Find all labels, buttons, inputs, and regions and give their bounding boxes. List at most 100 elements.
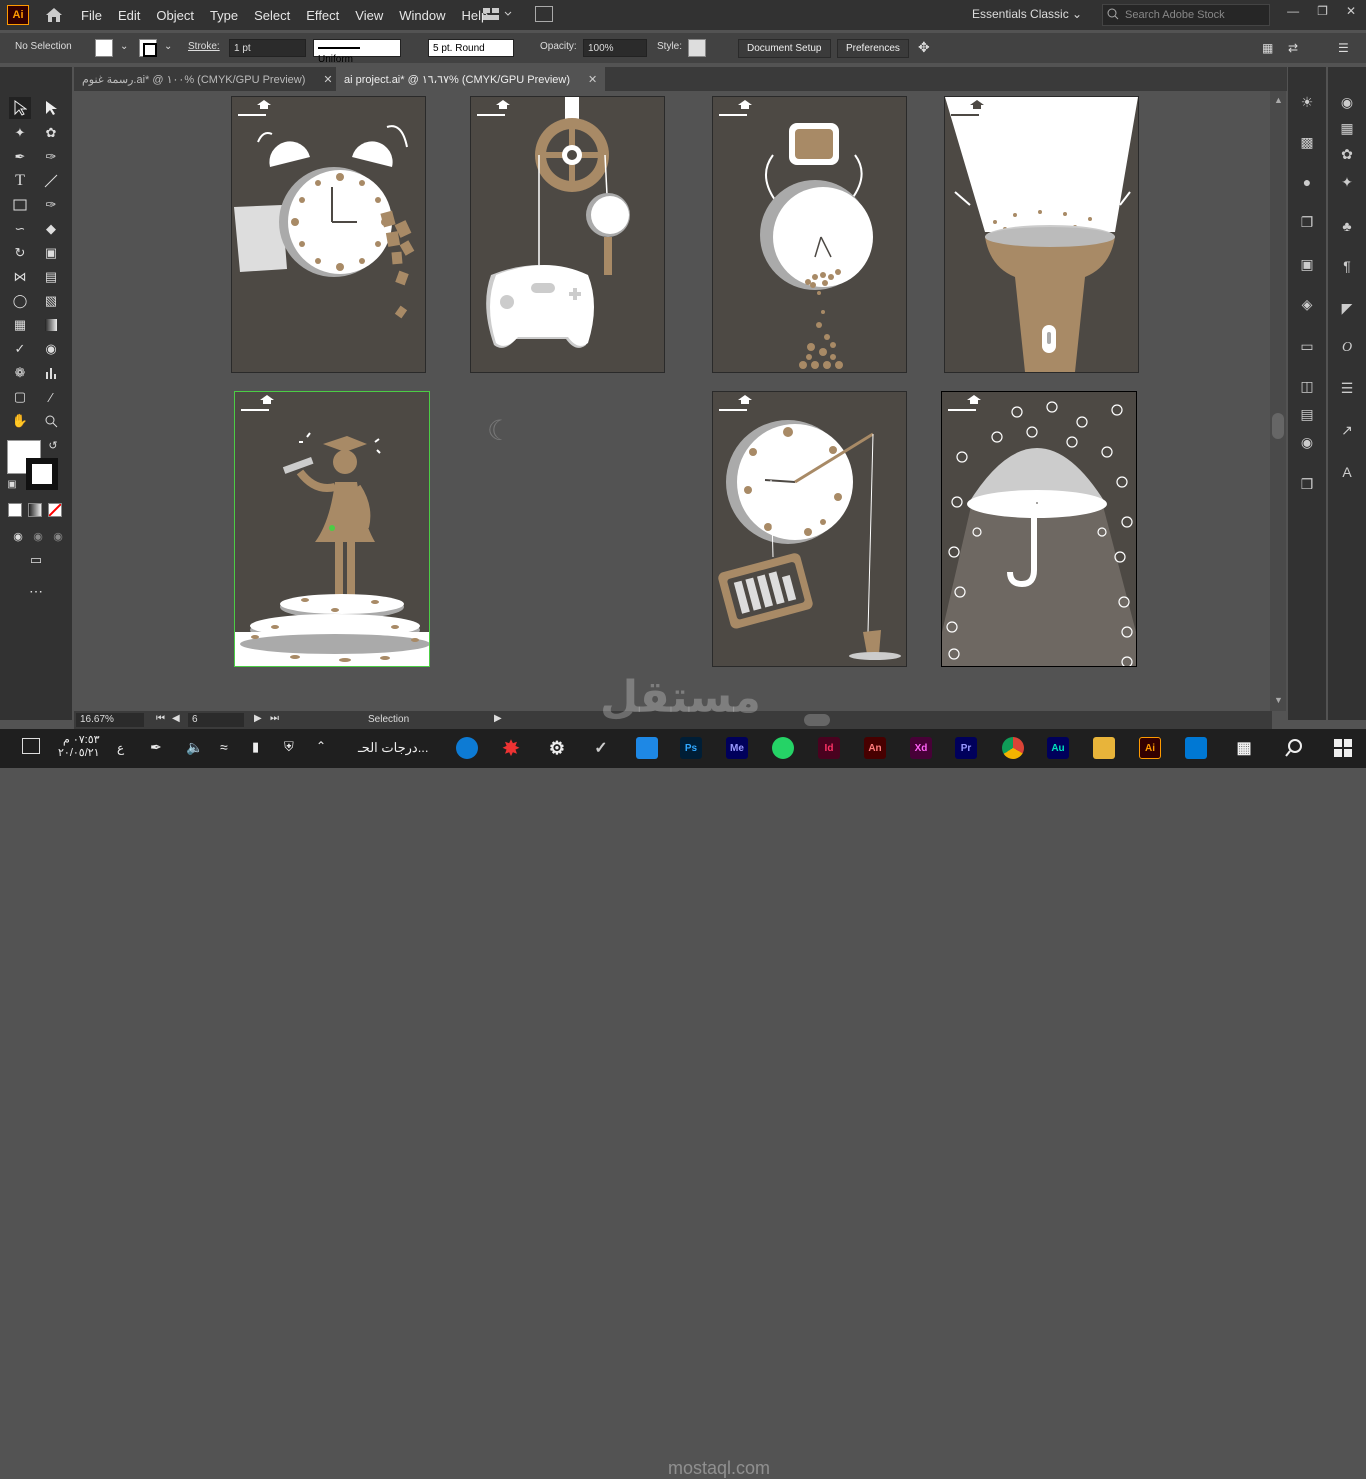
stroke-label[interactable]: Stroke:	[188, 41, 220, 52]
illustrator-taskbar-icon[interactable]: Ai	[1139, 737, 1161, 759]
volume-icon[interactable]: 🔈	[186, 739, 203, 756]
tray-overflow-icon[interactable]: ⌃	[316, 739, 326, 753]
close-tab-icon[interactable]: ✕	[588, 74, 597, 86]
scroll-down-icon[interactable]: ▼	[1274, 695, 1283, 705]
style-swatch[interactable]	[688, 39, 706, 57]
last-artboard-icon[interactable]: ⏭	[270, 713, 279, 724]
app-check-icon[interactable]: ✓	[590, 737, 612, 759]
taskbar-window-title[interactable]: درجات الحـ...	[358, 740, 429, 756]
chrome-icon[interactable]	[1002, 737, 1024, 759]
menu-object[interactable]: Object	[156, 8, 194, 23]
pen-tool-icon[interactable]: ✒	[9, 146, 31, 168]
character-icon[interactable]: ☰	[1338, 379, 1356, 397]
indesign-icon[interactable]: Id	[818, 737, 840, 759]
arrange-documents-icon[interactable]	[483, 7, 513, 24]
gradient-mode-icon[interactable]	[28, 503, 42, 517]
sun-icon[interactable]: ☀	[1298, 93, 1316, 111]
screen-mode-icon[interactable]: ▭	[25, 549, 47, 571]
restore-icon[interactable]: ❐	[1317, 4, 1328, 18]
scroll-up-icon[interactable]: ▲	[1274, 95, 1283, 105]
preferences-button[interactable]: Preferences	[837, 39, 909, 58]
status-mode[interactable]: Selection	[368, 714, 409, 725]
gradient-panel-icon[interactable]: ▭	[1298, 337, 1316, 355]
gpu-icon[interactable]	[535, 6, 553, 22]
stroke-weight-field[interactable]: 1 pt	[229, 39, 306, 57]
selection-tool-icon[interactable]	[9, 97, 31, 119]
xd-icon[interactable]: Xd	[910, 737, 932, 759]
artboard-graduate[interactable]	[234, 391, 430, 667]
swatches-icon[interactable]: ▦	[1338, 119, 1356, 137]
rectangle-tool-icon[interactable]	[9, 194, 31, 216]
paintbrush-icon[interactable]: ✑	[40, 194, 62, 216]
artboard-falling-time[interactable]	[712, 96, 907, 373]
rotate-tool-icon[interactable]: ↻	[9, 242, 31, 264]
transform-icon[interactable]: ✥	[918, 39, 930, 56]
media-encoder-icon[interactable]: Me	[726, 737, 748, 759]
menu-view[interactable]: View	[355, 8, 383, 23]
chevron-down-icon[interactable]: ⌄	[164, 41, 172, 52]
layers-icon[interactable]: ◈	[1298, 295, 1316, 313]
prev-artboard-icon[interactable]: ◀	[172, 713, 180, 724]
mail-icon[interactable]	[636, 737, 658, 759]
home-icon[interactable]	[43, 5, 65, 25]
search-taskbar-icon[interactable]	[1283, 737, 1305, 759]
store-icon[interactable]	[1185, 737, 1207, 759]
wifi-icon[interactable]: ≈	[220, 739, 228, 755]
stroke-color-box[interactable]	[26, 458, 58, 490]
edge-icon[interactable]	[456, 737, 478, 759]
premiere-icon[interactable]: Pr	[955, 737, 977, 759]
paragraph-icon[interactable]: ¶	[1338, 257, 1356, 275]
artboard-number-field[interactable]: 6	[188, 713, 244, 727]
eraser-icon[interactable]: ◆	[40, 218, 62, 240]
more-tools-icon[interactable]: ⋯	[25, 580, 47, 602]
first-artboard-icon[interactable]: ⏮	[156, 713, 165, 724]
battery-icon[interactable]: ▮	[252, 739, 259, 755]
artboards-icon[interactable]: ❐	[1298, 213, 1316, 231]
menu-effect[interactable]: Effect	[306, 8, 339, 23]
symbols-icon[interactable]: ♣	[1338, 217, 1356, 235]
notifications-icon[interactable]	[22, 738, 40, 754]
mesh-tool-icon[interactable]: ▦	[9, 314, 31, 336]
language-indicator[interactable]: ع	[117, 741, 124, 755]
tab-document-1[interactable]: رسمة غنوم.ai* @ ١٠٠% (CMYK/GPU Preview) ✕	[74, 67, 341, 91]
width-tool-icon[interactable]: ⋈	[9, 266, 31, 288]
opacity-field[interactable]: 100%	[583, 39, 647, 57]
menu-select[interactable]: Select	[254, 8, 290, 23]
opentype-icon[interactable]: O	[1338, 339, 1356, 357]
hand-tool-icon[interactable]: ✋	[9, 410, 31, 432]
image-trace-icon[interactable]: ▩	[1298, 133, 1316, 151]
search-stock-input[interactable]: Search Adobe Stock	[1102, 4, 1270, 26]
zoom-select[interactable]: 16.67%	[76, 713, 144, 727]
minimize-icon[interactable]: —	[1287, 4, 1299, 18]
artboard-alarm-clock[interactable]	[231, 96, 426, 373]
opacity-label[interactable]: Opacity:	[540, 41, 577, 52]
menu-window[interactable]: Window	[399, 8, 445, 23]
zoom-tool-icon[interactable]	[40, 410, 62, 432]
panel-menu-icon[interactable]: ☰	[1338, 41, 1349, 55]
security-icon[interactable]: ⛨	[284, 739, 294, 755]
task-view-icon[interactable]: ▦	[1233, 737, 1255, 759]
fill-swatch[interactable]	[95, 39, 113, 57]
audition-icon[interactable]: Au	[1047, 737, 1069, 759]
document-setup-button[interactable]: Document Setup	[738, 39, 831, 58]
direct-selection-tool-icon[interactable]	[40, 97, 62, 119]
line-tool-icon[interactable]	[40, 170, 62, 192]
curvature-tool-icon[interactable]: ✑	[40, 146, 62, 168]
artboard-tool-icon[interactable]: ▢	[9, 386, 31, 408]
menu-type[interactable]: Type	[210, 8, 238, 23]
puppet-warp-icon[interactable]: ✦	[1338, 173, 1356, 191]
menu-edit[interactable]: Edit	[118, 8, 140, 23]
align-panel-icon[interactable]: ▤	[1298, 405, 1316, 423]
color-panel-icon[interactable]: ◉	[1338, 93, 1356, 111]
symbol-sprayer-icon[interactable]: ❁	[9, 362, 31, 384]
file-explorer-icon[interactable]	[1093, 737, 1115, 759]
canvas[interactable]: ☾	[74, 91, 1272, 711]
status-menu-icon[interactable]: ▶	[494, 713, 502, 724]
column-graph-icon[interactable]	[40, 362, 62, 384]
pathfinder-icon[interactable]: ❒	[1298, 475, 1316, 493]
align-icon[interactable]: ▦	[1262, 41, 1273, 55]
animate-icon[interactable]: An	[864, 737, 886, 759]
scale-tool-icon[interactable]: ▣	[40, 242, 62, 264]
shaper-tool-icon[interactable]: ∽	[9, 218, 31, 240]
brush-select[interactable]: 5 pt. Round	[428, 39, 514, 57]
